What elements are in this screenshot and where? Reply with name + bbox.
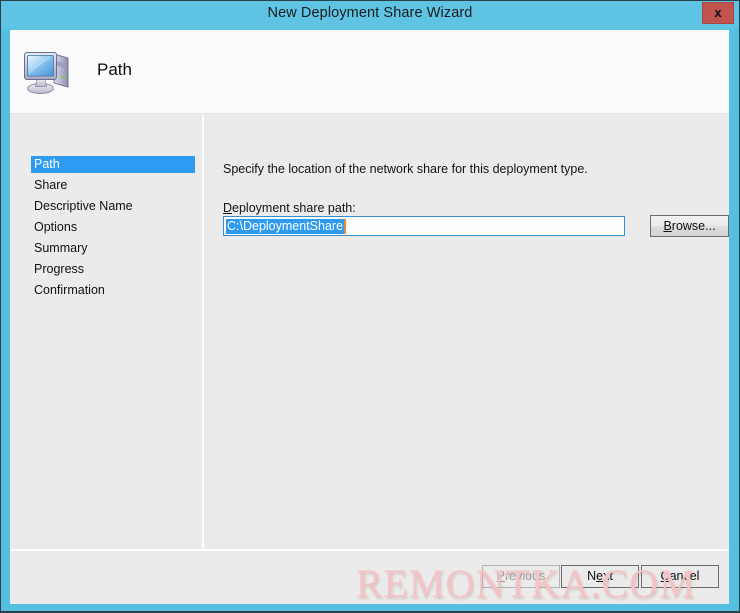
previous-accelerator: P [497, 569, 505, 583]
next-label-rest: xt [603, 569, 613, 583]
wizard-footer: Previous Next Cancel [10, 551, 729, 604]
next-label-prefix: N [587, 569, 596, 583]
sidebar-item-path[interactable]: Path [31, 156, 195, 173]
wizard-content-pane: Specify the location of the network shar… [204, 114, 729, 549]
browse-button[interactable]: Browse... [650, 215, 729, 237]
sidebar-item-share[interactable]: Share [31, 177, 195, 194]
deployment-share-path-input[interactable] [224, 217, 624, 235]
computer-icon [21, 43, 77, 99]
deployment-share-path-input-wrap[interactable]: C:\DeploymentShare [223, 216, 625, 236]
deployment-share-path-label: Deployment share path: [223, 201, 356, 215]
previous-label-rest: revious [505, 569, 545, 583]
wizard-client-area: Path Path Share Descriptive Name Options… [10, 30, 729, 604]
wizard-header: Path [10, 30, 729, 114]
cancel-accelerator: C [661, 569, 670, 583]
window-title: New Deployment Share Wizard [1, 5, 739, 21]
window-titlebar[interactable]: New Deployment Share Wizard x [1, 1, 739, 29]
sidebar-item-options[interactable]: Options [31, 219, 195, 236]
page-title: Path [97, 60, 132, 80]
next-button[interactable]: Next [561, 565, 639, 588]
close-icon[interactable]: x [702, 2, 734, 24]
sidebar-item-progress[interactable]: Progress [31, 261, 195, 278]
browse-accelerator: B [663, 219, 671, 233]
cancel-button[interactable]: Cancel [641, 565, 719, 588]
wizard-window: New Deployment Share Wizard x [0, 0, 740, 613]
label-accelerator: D [223, 201, 232, 215]
cancel-label-rest: ancel [670, 569, 700, 583]
instruction-text: Specify the location of the network shar… [223, 162, 588, 176]
previous-button[interactable]: Previous [482, 565, 560, 588]
wizard-step-list: Path Share Descriptive Name Options Summ… [10, 114, 202, 549]
sidebar-item-descriptive-name[interactable]: Descriptive Name [31, 198, 195, 215]
wizard-body: Path Share Descriptive Name Options Summ… [10, 114, 729, 604]
sidebar-item-confirmation[interactable]: Confirmation [31, 282, 195, 299]
label-rest: eployment share path: [232, 201, 356, 215]
browse-label-rest: rowse... [672, 219, 716, 233]
sidebar-item-summary[interactable]: Summary [31, 240, 195, 257]
